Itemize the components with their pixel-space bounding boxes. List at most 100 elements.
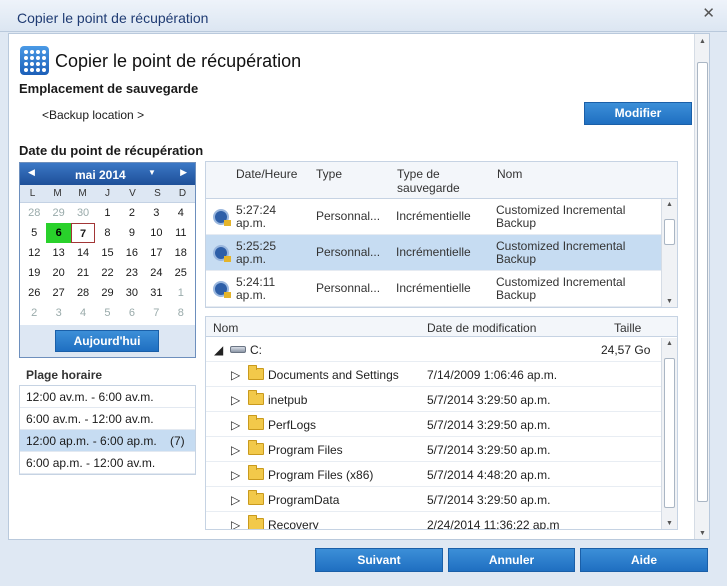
expand-icon[interactable]: ▷ (231, 418, 240, 432)
scroll-up-icon[interactable]: ▲ (666, 340, 673, 347)
tree-node-folder[interactable]: ▷ Program Files (x86) 5/7/2014 4:48:20 a… (206, 462, 677, 487)
scroll-thumb[interactable] (664, 219, 675, 245)
calendar-day[interactable]: 15 (95, 243, 119, 263)
column-header-name[interactable]: Nom (213, 321, 238, 335)
column-header-datetime[interactable]: Date/Heure (236, 167, 297, 181)
calendar-day[interactable]: 9 (120, 223, 144, 243)
calendar-day[interactable]: 30 (71, 203, 95, 223)
calendar-day[interactable]: 2 (120, 203, 144, 223)
calendar-day[interactable]: 28 (22, 203, 46, 223)
calendar-day[interactable]: 24 (144, 263, 168, 283)
column-header-type[interactable]: Type (316, 167, 342, 181)
calendar-day[interactable]: 20 (46, 263, 70, 283)
calendar-day[interactable]: 10 (144, 223, 168, 243)
collapse-icon[interactable]: ◢ (214, 343, 223, 357)
table-row[interactable]: 5:27:24 ap.m. Personnal... Incrémentielle… (206, 199, 677, 235)
calendar-day[interactable]: 6 (120, 303, 144, 323)
calendar-day-highlighted[interactable]: 6 (46, 223, 71, 243)
time-range-item[interactable]: 6:00 ap.m. - 12:00 av.m. (20, 452, 195, 474)
file-tree-scrollbar[interactable]: ▲ ▼ (661, 338, 677, 529)
row-type: Personnal... (316, 209, 381, 223)
folder-modified: 5/7/2014 4:48:20 ap.m. (427, 468, 551, 482)
scroll-down-icon[interactable]: ▼ (666, 520, 673, 527)
calendar-day[interactable]: 1 (95, 203, 119, 223)
column-header-modified[interactable]: Date de modification (427, 321, 536, 335)
calendar-day[interactable]: 30 (120, 283, 144, 303)
modify-button[interactable]: Modifier (584, 102, 692, 125)
scroll-up-icon[interactable]: ▲ (666, 201, 673, 208)
expand-icon[interactable]: ▷ (231, 518, 240, 529)
scroll-thumb[interactable] (697, 62, 708, 502)
time-range-item-selected[interactable]: 12:00 ap.m. - 6:00 ap.m. (7) (20, 430, 195, 452)
calendar-day[interactable]: 5 (22, 223, 46, 243)
expand-icon[interactable]: ▷ (231, 443, 240, 457)
table-row-selected[interactable]: 5:25:25 ap.m. Personnal... Incrémentielle… (206, 235, 677, 271)
today-button[interactable]: Aujourd'hui (55, 330, 159, 352)
prev-month-icon[interactable]: ◀ (28, 167, 35, 178)
time-range-item[interactable]: 12:00 av.m. - 6:00 av.m. (20, 386, 195, 408)
calendar-day[interactable]: 25 (169, 263, 193, 283)
calendar-day[interactable]: 7 (144, 303, 168, 323)
calendar-day[interactable]: 22 (95, 263, 119, 283)
calendar-day[interactable]: 19 (22, 263, 46, 283)
calendar-day[interactable]: 18 (169, 243, 193, 263)
row-type: Personnal... (316, 281, 381, 295)
calendar-day[interactable]: 3 (46, 303, 70, 323)
expand-icon[interactable]: ▷ (231, 368, 240, 382)
calendar-day[interactable]: 3 (144, 203, 168, 223)
calendar-day[interactable]: 4 (169, 203, 193, 223)
calendar-month[interactable]: mai 2014 (75, 168, 126, 182)
calendar-day[interactable]: 8 (169, 303, 193, 323)
scroll-up-icon[interactable]: ▲ (699, 38, 706, 45)
calendar-day[interactable]: 29 (46, 203, 70, 223)
tree-node-folder[interactable]: ▷ ProgramData 5/7/2014 3:29:50 ap.m. (206, 487, 677, 512)
scroll-down-icon[interactable]: ▼ (699, 530, 706, 537)
calendar-day[interactable]: 21 (71, 263, 95, 283)
expand-icon[interactable]: ▷ (231, 393, 240, 407)
calendar-day[interactable]: 31 (144, 283, 168, 303)
calendar-day[interactable]: 5 (95, 303, 119, 323)
scroll-down-icon[interactable]: ▼ (666, 298, 673, 305)
tree-node-drive[interactable]: ◢ C: 24,57 Go (206, 337, 677, 362)
calendar-day[interactable]: 17 (144, 243, 168, 263)
calendar-day[interactable]: 11 (169, 223, 193, 243)
folder-name: ProgramData (268, 493, 340, 507)
calendar-day[interactable]: 4 (71, 303, 95, 323)
cancel-button[interactable]: Annuler (448, 548, 575, 572)
help-button[interactable]: Aide (580, 548, 708, 572)
calendar-day[interactable]: 8 (95, 223, 119, 243)
expand-icon[interactable]: ▷ (231, 468, 240, 482)
tree-node-folder[interactable]: ▷ Recovery 2/24/2014 11:36:22 ap.m (206, 512, 677, 529)
scroll-thumb[interactable] (664, 358, 675, 508)
calendar-day[interactable]: 26 (22, 283, 46, 303)
tree-node-folder[interactable]: ▷ Documents and Settings 7/14/2009 1:06:… (206, 362, 677, 387)
column-header-name[interactable]: Nom (497, 167, 522, 181)
recovery-points-scrollbar[interactable]: ▲ ▼ (661, 199, 677, 307)
tree-node-folder[interactable]: ▷ inetpub 5/7/2014 3:29:50 ap.m. (206, 387, 677, 412)
calendar-day[interactable]: 16 (120, 243, 144, 263)
calendar-day[interactable]: 12 (22, 243, 46, 263)
calendar-day-today[interactable]: 7 (70, 223, 96, 243)
calendar-day[interactable]: 14 (71, 243, 95, 263)
calendar-day[interactable]: 2 (22, 303, 46, 323)
time-range-item[interactable]: 6:00 av.m. - 12:00 av.m. (20, 408, 195, 430)
calendar-day[interactable]: 27 (46, 283, 70, 303)
window-title: Copier le point de récupération (17, 10, 209, 26)
calendar-day[interactable]: 29 (95, 283, 119, 303)
calendar-day[interactable]: 23 (120, 263, 144, 283)
chevron-down-icon[interactable]: ▼ (148, 168, 156, 177)
next-month-icon[interactable]: ▶ (180, 167, 187, 178)
table-row[interactable]: 5:24:11 ap.m. Personnal... Incrémentielle… (206, 271, 677, 307)
column-header-backup-type[interactable]: Type de sauvegarde (397, 167, 460, 195)
next-button[interactable]: Suivant (315, 548, 443, 572)
column-header-size[interactable]: Taille (614, 321, 641, 335)
panel-scrollbar[interactable]: ▲ ▼ (694, 34, 709, 539)
calendar-day[interactable]: 1 (169, 283, 193, 303)
tree-node-folder[interactable]: ▷ Program Files 5/7/2014 3:29:50 ap.m. (206, 437, 677, 462)
expand-icon[interactable]: ▷ (231, 493, 240, 507)
calendar-day[interactable]: 28 (71, 283, 95, 303)
column-header-line: sauvegarde (397, 181, 460, 195)
close-icon[interactable]: ✕ (702, 6, 715, 22)
tree-node-folder[interactable]: ▷ PerfLogs 5/7/2014 3:29:50 ap.m. (206, 412, 677, 437)
calendar-day[interactable]: 13 (46, 243, 70, 263)
